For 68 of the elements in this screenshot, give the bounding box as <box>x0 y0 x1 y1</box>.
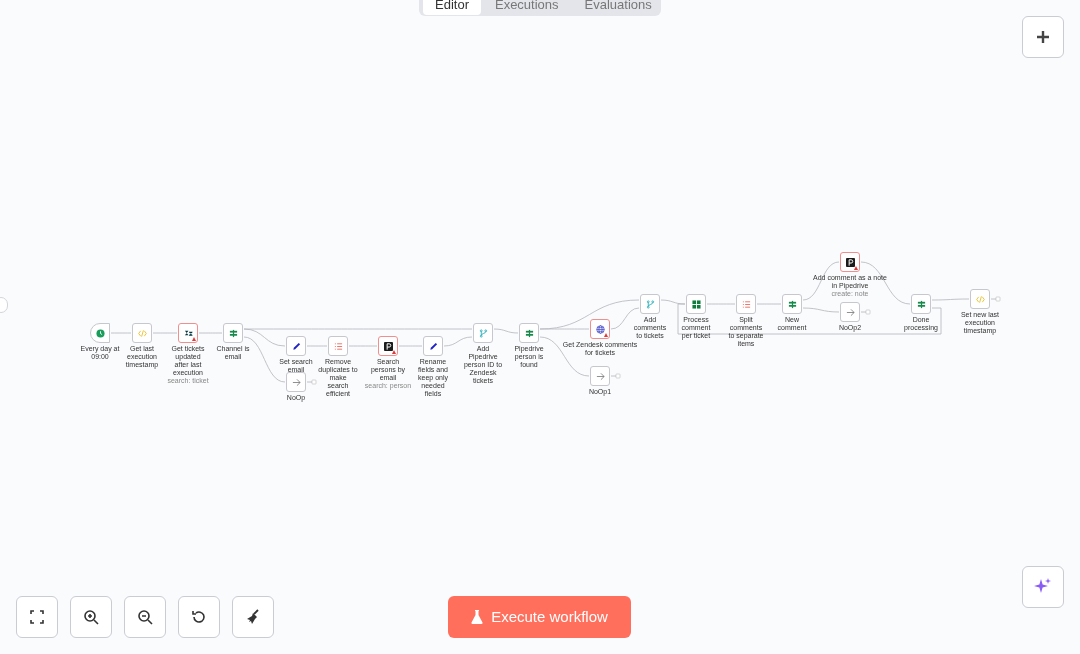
workflow-node[interactable] <box>640 294 660 314</box>
pencil-icon <box>291 341 301 351</box>
split-sign-icon <box>524 328 534 338</box>
tidy-up-button[interactable] <box>232 596 274 638</box>
add-node-handle[interactable] <box>311 379 317 385</box>
clock-icon <box>95 328 105 338</box>
workflow-node[interactable] <box>178 323 198 343</box>
warning-icon <box>854 266 858 270</box>
connector-line <box>443 336 473 347</box>
split-sign-icon <box>787 299 797 309</box>
warning-icon <box>392 350 396 354</box>
connector-line <box>931 298 970 301</box>
ai-assistant-button[interactable] <box>1022 566 1064 608</box>
workflow-node[interactable] <box>328 336 348 356</box>
code-icon <box>137 328 147 338</box>
execute-workflow-button[interactable]: Execute workflow <box>448 596 631 638</box>
workflow-node[interactable] <box>90 323 110 343</box>
workflow-node[interactable] <box>970 289 990 309</box>
workflow-node[interactable] <box>590 319 610 339</box>
reset-zoom-button[interactable] <box>178 596 220 638</box>
merge-icon <box>478 328 488 338</box>
pencil-icon <box>428 341 438 351</box>
workflow-node[interactable] <box>286 336 306 356</box>
tab[interactable]: Evaluations <box>572 0 664 15</box>
broom-icon <box>245 609 261 625</box>
undo-icon <box>191 609 207 625</box>
connector-line <box>493 328 519 334</box>
add-node-handle[interactable] <box>865 309 871 315</box>
add-node-handle[interactable] <box>995 296 1001 302</box>
flask-icon <box>471 610 484 624</box>
workflow-node[interactable] <box>286 372 306 392</box>
warning-icon <box>604 333 608 337</box>
zoom-out-button[interactable] <box>124 596 166 638</box>
list-icon <box>333 341 343 351</box>
workflow-node[interactable] <box>911 294 931 314</box>
fit-view-button[interactable] <box>16 596 58 638</box>
add-node-button[interactable] <box>1022 16 1064 58</box>
workflow-node[interactable] <box>840 252 860 272</box>
workflow-node[interactable] <box>590 366 610 386</box>
workflow-node[interactable] <box>840 302 860 322</box>
split-sign-icon <box>228 328 238 338</box>
tab[interactable]: Executions <box>482 0 571 15</box>
fullscreen-icon <box>30 610 44 624</box>
add-node-handle[interactable] <box>615 373 621 379</box>
tab[interactable]: Editor <box>423 0 481 15</box>
plus-icon <box>1035 29 1051 45</box>
workflow-node[interactable] <box>782 294 802 314</box>
merge-icon <box>645 299 655 309</box>
workflow-node[interactable] <box>378 336 398 356</box>
split-sign-icon <box>916 299 926 309</box>
workflow-node[interactable] <box>736 294 756 314</box>
grid-icon <box>691 299 701 309</box>
arrow-right-icon <box>291 377 301 387</box>
arrow-right-icon <box>595 371 605 381</box>
workflow-node[interactable] <box>223 323 243 343</box>
globe-icon <box>595 324 605 334</box>
workflow-node[interactable] <box>686 294 706 314</box>
code-icon <box>975 294 985 304</box>
workflow-node[interactable] <box>423 336 443 356</box>
workflow-node[interactable] <box>473 323 493 343</box>
workflow-node[interactable] <box>132 323 152 343</box>
zoom-in-icon <box>83 609 99 625</box>
arrow-right-icon <box>845 307 855 317</box>
zoom-in-button[interactable] <box>70 596 112 638</box>
list-icon <box>741 299 751 309</box>
warning-icon <box>192 337 196 341</box>
workflow-node[interactable] <box>519 323 539 343</box>
zoom-out-icon <box>137 609 153 625</box>
